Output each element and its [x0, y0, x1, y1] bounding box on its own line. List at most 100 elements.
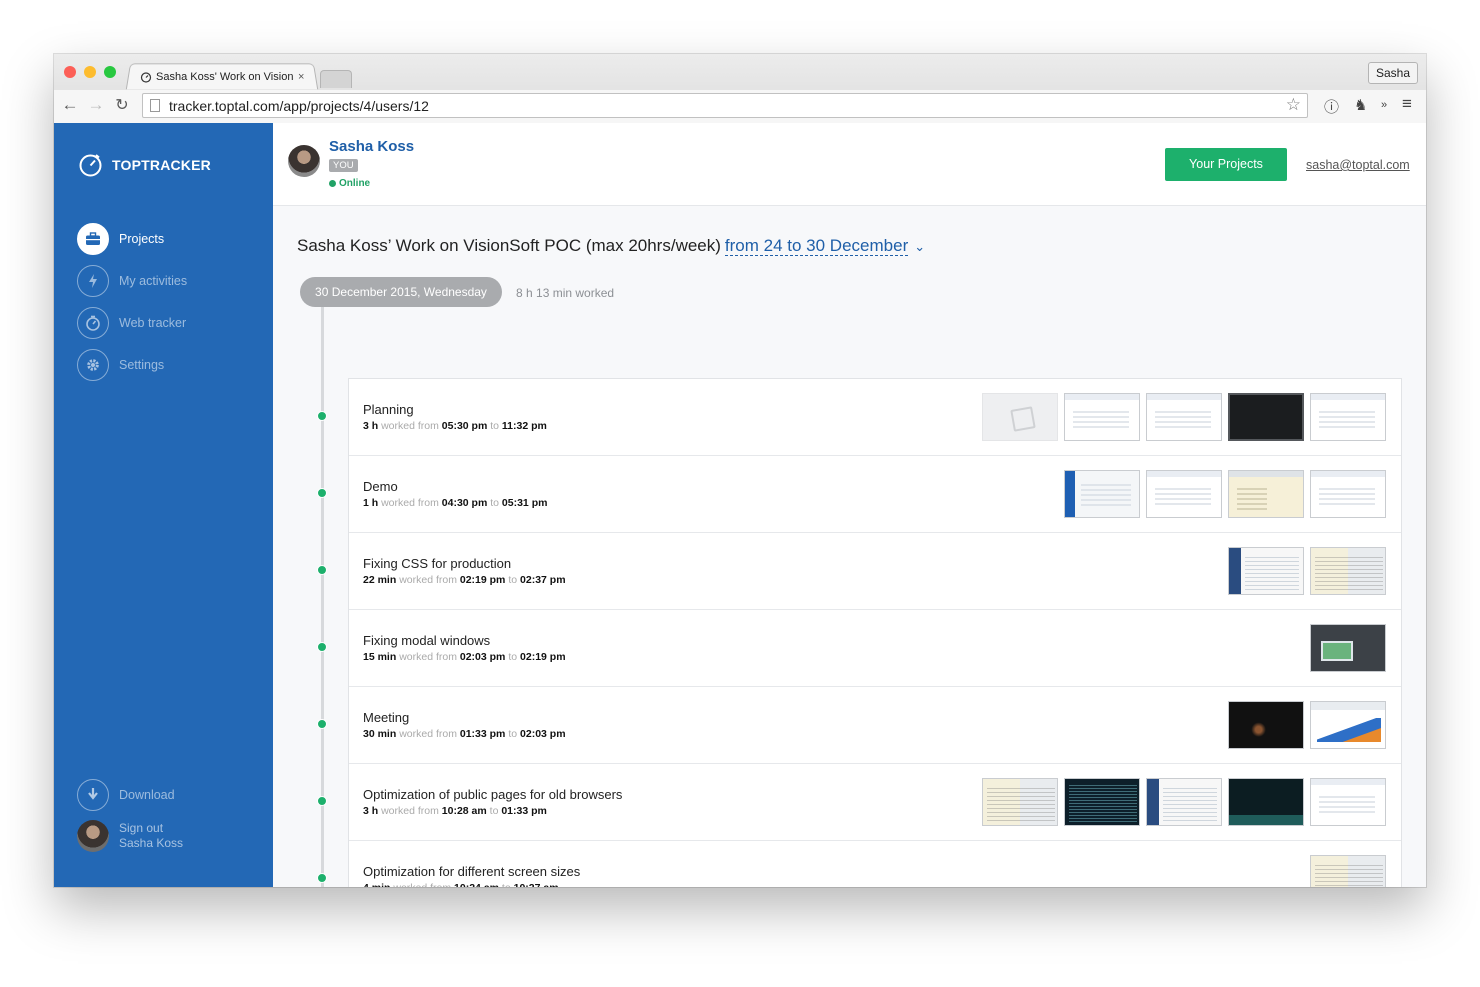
chevron-down-icon[interactable]: ⌄ — [914, 239, 925, 254]
activity-row[interactable]: Meeting 30 min worked from 01:33 pm to 02… — [349, 687, 1401, 764]
screenshot-thumbnail[interactable] — [1146, 778, 1222, 826]
close-window-button[interactable] — [64, 66, 76, 78]
screenshot-thumbnail[interactable] — [1310, 778, 1386, 826]
screenshot-thumbnail[interactable] — [1146, 393, 1222, 441]
reload-icon[interactable]: ↻ — [112, 95, 132, 115]
browser-tab[interactable]: Sasha Koss' Work on VisionSoft POC × — [140, 67, 310, 87]
extension-evernote-icon[interactable]: ♞ — [1354, 96, 1367, 114]
timeline-dot — [317, 873, 327, 883]
activity-start-time: 02:19 pm — [459, 574, 506, 586]
sidebar-item-projects[interactable]: Projects — [77, 223, 164, 255]
new-tab-button[interactable] — [320, 70, 352, 88]
back-icon[interactable]: ← — [60, 95, 80, 115]
activity-title: Meeting — [363, 710, 410, 725]
screenshot-thumbnail[interactable] — [1228, 547, 1304, 595]
date-range-picker[interactable]: from 24 to 30 December — [724, 236, 909, 256]
download-button[interactable]: Download — [77, 779, 175, 811]
worked-from-label: worked from — [393, 882, 451, 887]
forward-icon[interactable]: → — [86, 95, 106, 115]
worked-from-label: worked from — [399, 651, 457, 663]
sidebar-item-web-tracker[interactable]: Web tracker — [77, 307, 186, 339]
activity-end-time: 10:27 am — [514, 882, 559, 887]
screenshot-thumbnail[interactable] — [982, 778, 1058, 826]
page-icon — [150, 99, 160, 112]
minimize-window-button[interactable] — [84, 66, 96, 78]
worked-from-label: worked from — [399, 728, 457, 740]
activity-row[interactable]: Fixing CSS for production 22 min worked f… — [349, 533, 1401, 610]
screenshot-thumbnails — [1310, 855, 1386, 887]
activity-title: Optimization for different screen sizes — [363, 864, 581, 879]
screenshot-thumbnail[interactable] — [1310, 855, 1386, 887]
email-link[interactable]: sasha@toptal.com — [1306, 158, 1410, 172]
screenshot-thumbnail[interactable] — [1064, 778, 1140, 826]
activity-start-time: 10:28 am — [441, 805, 487, 817]
activity-end-time: 02:37 pm — [520, 574, 566, 586]
screenshot-thumbnail[interactable] — [1310, 470, 1386, 518]
extension-1password-icon[interactable]: ⓘ — [1324, 96, 1339, 117]
activity-duration: 1 h — [363, 497, 379, 509]
sidebar-avatar — [77, 820, 109, 852]
screenshot-thumbnail[interactable] — [1310, 547, 1386, 595]
activity-meta: 1 h worked from 04:30 pm to 05:31 pm — [363, 497, 547, 509]
screenshot-thumbnails — [982, 393, 1386, 441]
brand-logo[interactable]: TOPTRACKER — [78, 152, 211, 177]
day-label: 30 December 2015, Wednesday — [300, 277, 502, 307]
no-screenshot-icon[interactable] — [982, 393, 1058, 441]
screenshot-thumbnail[interactable] — [1064, 470, 1140, 518]
activity-start-time: 05:30 pm — [441, 420, 488, 432]
activity-end-time: 11:32 pm — [501, 420, 547, 432]
main-content: Sasha Koss YOU Online Your Projects sash… — [273, 123, 1426, 887]
user-name[interactable]: Sasha Koss — [329, 138, 414, 155]
screenshot-thumbnail[interactable] — [1310, 393, 1386, 441]
menu-icon[interactable]: ≡ — [1402, 94, 1412, 114]
to-label: to — [489, 805, 499, 817]
activity-row[interactable]: Planning 3 h worked from 05:30 pm to 11:3… — [349, 379, 1401, 456]
activity-meta: 22 min worked from 02:19 pm to 02:37 pm — [363, 574, 566, 586]
sidebar-item-label: Web tracker — [119, 316, 187, 330]
user-header: Sasha Koss YOU Online Your Projects sash… — [273, 123, 1426, 206]
page-title-text: Sasha Koss’ Work on VisionSoft POC (max … — [297, 236, 721, 255]
screenshot-thumbnail[interactable] — [1310, 624, 1386, 672]
sidebar-item-settings[interactable]: Settings — [77, 349, 164, 381]
activity-meta: 3 h worked from 10:28 am to 01:33 pm — [363, 805, 547, 817]
screenshot-thumbnail[interactable] — [1228, 701, 1304, 749]
activity-title: Optimization of public pages for old bro… — [363, 787, 623, 802]
bookmark-star-icon[interactable]: ☆ — [1286, 95, 1301, 115]
screenshot-thumbnail[interactable] — [1310, 701, 1386, 749]
sign-out-button[interactable]: Sign out Sasha Koss — [77, 820, 183, 852]
activity-duration: 22 min — [363, 574, 397, 586]
sidebar-item-my-activities[interactable]: My activities — [77, 265, 187, 297]
tab-close-icon[interactable]: × — [298, 71, 304, 83]
sidebar-item-label: Projects — [119, 232, 165, 246]
activity-duration: 15 min — [363, 651, 397, 663]
lightning-icon — [77, 265, 109, 297]
screenshot-thumbnail[interactable] — [1146, 470, 1222, 518]
online-dot-icon — [329, 180, 336, 187]
your-projects-button[interactable]: Your Projects — [1165, 148, 1287, 181]
activity-end-time: 02:19 pm — [520, 651, 566, 663]
more-extensions-icon[interactable]: » — [1381, 99, 1387, 111]
zoom-window-button[interactable] — [104, 66, 116, 78]
activity-row[interactable]: Optimization for different screen sizes 4… — [349, 841, 1401, 887]
activity-row[interactable]: Optimization of public pages for old bro… — [349, 764, 1401, 841]
screenshot-thumbnail[interactable] — [1228, 393, 1304, 441]
address-bar[interactable]: tracker.toptal.com/app/projects/4/users/… — [142, 93, 1308, 118]
screenshot-thumbnail[interactable] — [1064, 393, 1140, 441]
to-label: to — [502, 882, 511, 887]
activity-row[interactable]: Demo 1 h worked from 04:30 pm to 05:31 pm — [349, 456, 1401, 533]
activity-meta: 15 min worked from 02:03 pm to 02:19 pm — [363, 651, 566, 663]
activity-start-time: 02:03 pm — [459, 651, 506, 663]
timeline-dot — [317, 796, 327, 806]
day-total: 8 h 13 min worked — [516, 286, 615, 300]
screenshot-thumbnail[interactable] — [1228, 470, 1304, 518]
worked-from-label: worked from — [381, 420, 439, 432]
sign-out-label: Sign out — [119, 821, 164, 835]
sidebar-item-label: My activities — [119, 274, 188, 288]
activity-row[interactable]: Fixing modal windows 15 min worked from 0… — [349, 610, 1401, 687]
worked-from-label: worked from — [399, 574, 457, 586]
activity-title: Planning — [363, 402, 414, 417]
profile-button[interactable]: Sasha — [1367, 62, 1418, 84]
screenshot-thumbnail[interactable] — [1228, 778, 1304, 826]
activity-start-time: 01:33 pm — [459, 728, 506, 740]
activity-title: Demo — [363, 479, 398, 494]
